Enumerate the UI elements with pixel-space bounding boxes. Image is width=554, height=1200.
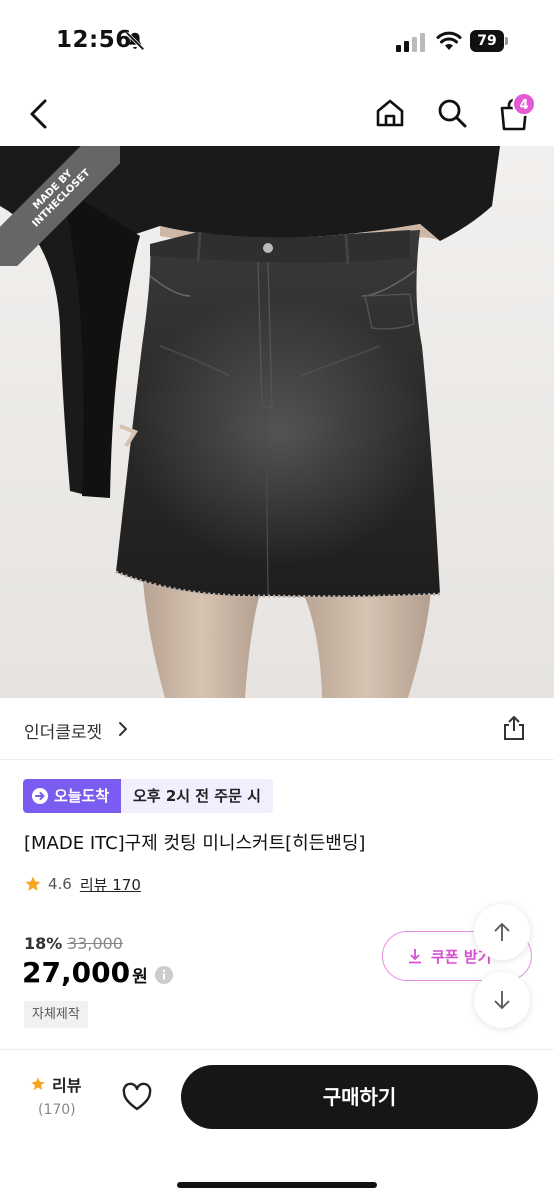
discount-rate: 18% [24, 934, 63, 953]
review-count-link[interactable]: 리뷰 170 [80, 874, 141, 895]
brand-name-link[interactable]: 인더클로젯 [24, 718, 102, 743]
brand-row: 인더클로젯 [0, 698, 554, 760]
scroll-bottom-button[interactable] [474, 972, 530, 1028]
info-icon[interactable] [154, 965, 174, 985]
price-row: 27,000 원 [22, 956, 174, 989]
arrival-icon [32, 788, 48, 804]
cart-count-badge: 4 [512, 92, 536, 116]
share-icon[interactable] [500, 714, 528, 742]
arrow-up-icon [494, 922, 510, 941]
made-by-ribbon: MADE BY INTHECLOSET [0, 146, 120, 266]
bell-muted-icon [125, 31, 145, 51]
battery-tip [505, 37, 508, 45]
home-indicator [177, 1182, 377, 1188]
ribbon-line2: INTHECLOSET [30, 167, 93, 230]
scroll-top-button[interactable] [474, 904, 530, 960]
wifi-icon [436, 31, 462, 50]
star-icon [31, 1077, 45, 1090]
currency-unit: 원 [132, 967, 148, 987]
rating-row: 4.6 리뷰 170 [24, 872, 141, 896]
status-bar: 12:56 79 [0, 0, 554, 80]
status-time: 12:56 [56, 27, 132, 53]
arrow-down-icon [494, 991, 510, 1010]
bottom-review-count: (170) [38, 1102, 76, 1118]
ribbon-label: MADE BY INTHECLOSET [0, 146, 120, 266]
product-title: [MADE ITC]구제 컷팅 미니스커트[히든밴딩] [24, 833, 366, 854]
download-icon [409, 949, 421, 964]
heart-icon[interactable] [121, 1082, 153, 1112]
today-delivery-label: 오늘도착 [54, 787, 110, 805]
buy-button[interactable]: 구매하기 [181, 1065, 538, 1129]
chevron-right-icon[interactable] [116, 720, 130, 738]
self-made-tag: 자체제작 [24, 1001, 88, 1028]
order-cutoff-note: 오후 2시 전 주문 시 [121, 779, 273, 813]
bottom-review-label: 리뷰 [52, 1076, 82, 1095]
battery-indicator: 79 [470, 30, 508, 52]
star-icon [25, 876, 41, 891]
signal-icon [396, 33, 425, 52]
today-delivery-badge: 오늘도착 [23, 779, 122, 813]
rating-value: 4.6 [48, 875, 72, 893]
back-icon[interactable] [24, 97, 54, 131]
original-price: 33,000 [67, 934, 123, 953]
search-icon[interactable] [436, 97, 468, 129]
sale-price: 27,000 [22, 956, 131, 989]
nav-bar: 4 [0, 80, 554, 146]
bottom-action-bar: 리뷰 (170) 구매하기 [0, 1049, 554, 1200]
battery-level: 79 [470, 30, 504, 52]
bottom-review-button[interactable]: 리뷰 [30, 1072, 81, 1096]
home-icon[interactable] [374, 97, 406, 129]
